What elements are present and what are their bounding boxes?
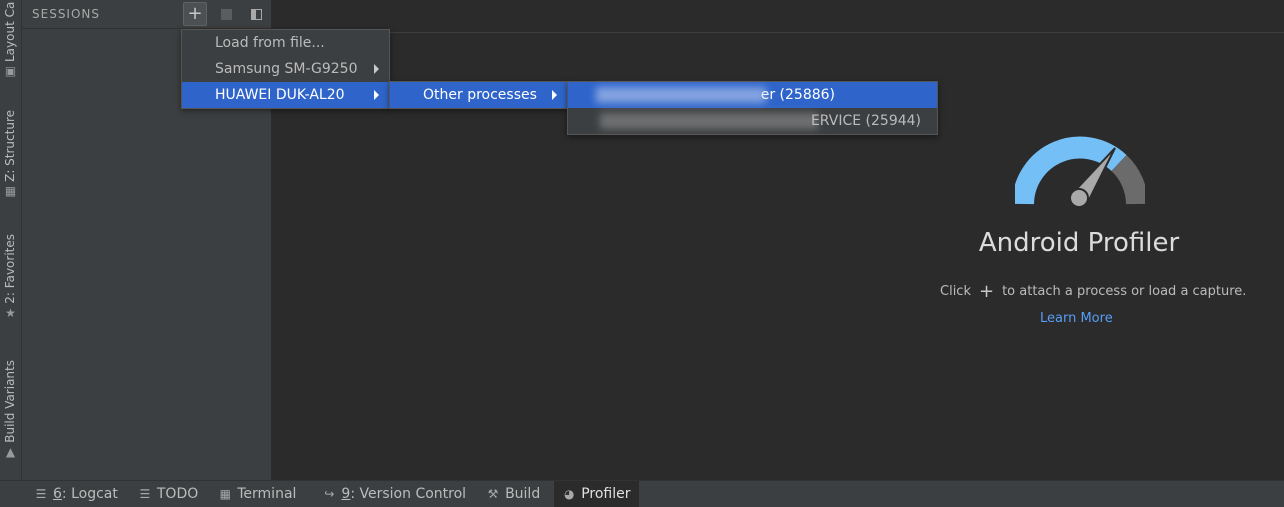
tab-favorites[interactable]: 2: Favorites ★ bbox=[0, 234, 21, 319]
toggle-sessions-panel-button[interactable] bbox=[244, 2, 268, 26]
tab-label: Terminal bbox=[237, 486, 297, 502]
submenu-arrow-icon bbox=[374, 64, 379, 74]
structure-icon: ▦ bbox=[4, 183, 17, 198]
submenu-arrow-icon bbox=[374, 90, 379, 100]
stop-icon bbox=[220, 8, 232, 20]
left-tool-strip: Layout Ca ▣ Z: Structure ▦ 2: Favorites … bbox=[0, 0, 22, 480]
page-title: Android Profiler bbox=[978, 228, 1180, 258]
tab-logcat[interactable]: ☰ 6 : Logcat bbox=[26, 481, 126, 507]
android-icon: ▲ bbox=[5, 444, 16, 459]
tab-mnemonic: 6 bbox=[53, 486, 62, 502]
panel-layout-icon bbox=[250, 8, 262, 20]
process-submenu: er (25886) ERVICE (25944) bbox=[567, 81, 938, 135]
menu-item-label: ERVICE (25944) bbox=[810, 113, 921, 129]
tab-label: : Version Control bbox=[350, 486, 467, 502]
tab-layout-captures[interactable]: Layout Ca ▣ bbox=[0, 0, 21, 77]
version-control-icon: ↪ bbox=[324, 487, 335, 501]
menu-item-label: Samsung SM-G9250 bbox=[215, 61, 358, 77]
star-icon: ★ bbox=[5, 305, 16, 320]
plus-icon: + bbox=[187, 3, 203, 24]
device-submenu: Other processes bbox=[389, 81, 568, 109]
menu-item-samsung-device[interactable]: Samsung SM-G9250 bbox=[182, 56, 389, 82]
add-session-menu: Load from file... Samsung SM-G9250 HUAWE… bbox=[181, 29, 390, 109]
tab-label: : Logcat bbox=[61, 486, 118, 502]
menu-item-load-from-file[interactable]: Load from file... bbox=[182, 30, 389, 56]
menu-item-label: Load from file... bbox=[215, 35, 325, 51]
terminal-icon: ▦ bbox=[219, 487, 231, 501]
tab-structure-label: Z: Structure bbox=[3, 110, 17, 182]
menu-item-huawei-device[interactable]: HUAWEI DUK-AL20 bbox=[182, 82, 389, 108]
menu-item-process[interactable]: ERVICE (25944) bbox=[568, 108, 937, 134]
tab-profiler[interactable]: ◕ Profiler bbox=[554, 481, 639, 507]
menu-item-process[interactable]: er (25886) bbox=[568, 82, 937, 108]
tab-structure[interactable]: Z: Structure ▦ bbox=[0, 110, 21, 197]
profiler-toolbar bbox=[272, 0, 1284, 33]
layout-captures-icon: ▣ bbox=[4, 64, 17, 78]
tab-build-variants-label: Build Variants bbox=[3, 360, 17, 443]
profiler-main-area: Android Profiler Click + to attach a pro… bbox=[272, 0, 1284, 480]
tab-favorites-label: 2: Favorites bbox=[3, 234, 17, 304]
menu-item-label: Other processes bbox=[423, 87, 537, 103]
tab-build[interactable]: ⚒ Build bbox=[478, 481, 548, 507]
submenu-arrow-icon bbox=[552, 90, 557, 100]
tab-todo[interactable]: ☰ TODO bbox=[130, 481, 206, 507]
learn-more-link[interactable]: Learn More bbox=[1040, 311, 1113, 326]
tab-terminal[interactable]: ▦ Terminal bbox=[210, 481, 304, 507]
build-hammer-icon: ⚒ bbox=[487, 487, 499, 501]
plus-icon: + bbox=[978, 281, 995, 302]
tab-mnemonic: 9 bbox=[341, 486, 351, 502]
tab-build-variants[interactable]: Build Variants ▲ bbox=[0, 360, 21, 458]
logcat-icon: ☰ bbox=[35, 487, 47, 501]
add-session-button[interactable]: + bbox=[183, 2, 207, 26]
menu-item-label: er (25886) bbox=[760, 87, 835, 103]
bottom-tool-bar: ☰ 6 : Logcat ☰ TODO ▦ Terminal ↪ 9 : Ver… bbox=[0, 480, 1284, 507]
redacted-blur bbox=[596, 87, 766, 103]
stop-session-button[interactable] bbox=[214, 2, 238, 26]
tab-layout-captures-label: Layout Ca bbox=[3, 1, 17, 62]
redacted-blur bbox=[600, 113, 818, 129]
hint-text-after: to attach a process or load a capture. bbox=[1002, 284, 1247, 299]
tab-label: Profiler bbox=[581, 486, 631, 502]
sessions-title: SESSIONS bbox=[32, 7, 101, 21]
profiler-gauge-icon bbox=[1015, 136, 1145, 208]
profiler-gauge-icon: ◕ bbox=[563, 487, 575, 501]
menu-item-label: HUAWEI DUK-AL20 bbox=[215, 87, 345, 103]
menu-item-other-processes[interactable]: Other processes bbox=[390, 82, 567, 108]
todo-icon: ☰ bbox=[139, 487, 151, 501]
hint-text-before: Click bbox=[940, 284, 971, 299]
tab-version-control[interactable]: ↪ 9 : Version Control bbox=[314, 481, 474, 507]
sessions-header: SESSIONS + bbox=[22, 0, 271, 29]
profiler-hint: Click + to attach a process or load a ca… bbox=[940, 281, 1247, 302]
tab-label: TODO bbox=[156, 486, 199, 502]
tab-label: Build bbox=[505, 486, 541, 502]
